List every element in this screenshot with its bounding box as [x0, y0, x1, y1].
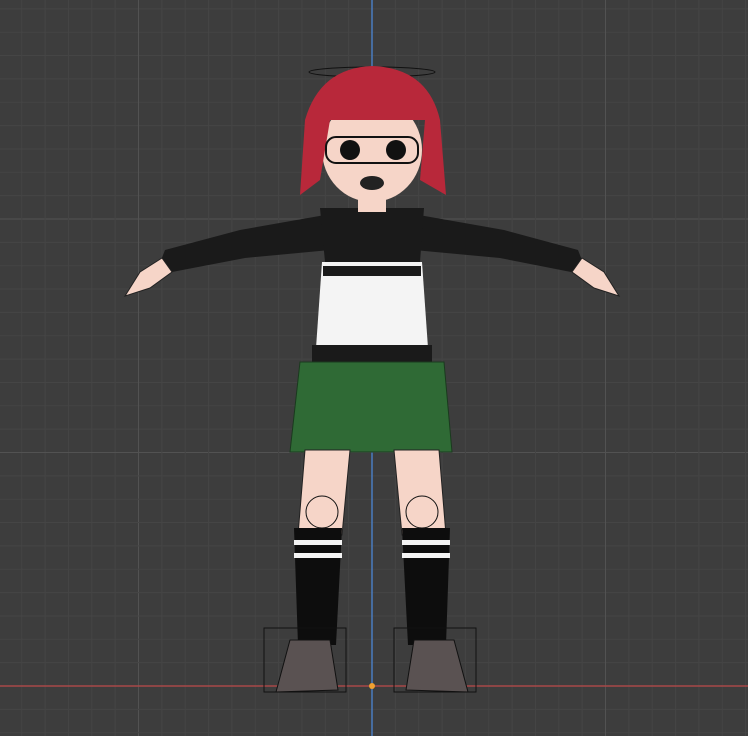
mouth — [360, 176, 384, 190]
sock-stripe — [294, 540, 342, 545]
left-hand[interactable] — [123, 257, 173, 297]
eye-right — [386, 140, 406, 160]
right-leg[interactable] — [393, 449, 447, 536]
shirt-stripe — [323, 266, 421, 276]
viewport-canvas[interactable] — [0, 0, 748, 736]
sock-stripe — [402, 553, 450, 558]
left-sock[interactable] — [294, 528, 342, 645]
skirt[interactable] — [289, 361, 453, 453]
eye-left — [340, 140, 360, 160]
right-sock[interactable] — [402, 528, 450, 645]
sock-stripe — [294, 553, 342, 558]
3d-viewport[interactable] — [0, 0, 748, 736]
right-hand[interactable] — [571, 257, 621, 297]
jacket[interactable] — [320, 208, 424, 262]
sock-stripe — [402, 540, 450, 545]
left-arm-sleeve[interactable] — [158, 215, 330, 272]
origin-point[interactable] — [369, 683, 375, 689]
left-leg[interactable] — [297, 449, 351, 536]
waistband — [312, 345, 432, 363]
left-shoe[interactable] — [275, 639, 339, 693]
right-shoe[interactable] — [405, 639, 469, 693]
right-arm-sleeve[interactable] — [414, 215, 585, 272]
